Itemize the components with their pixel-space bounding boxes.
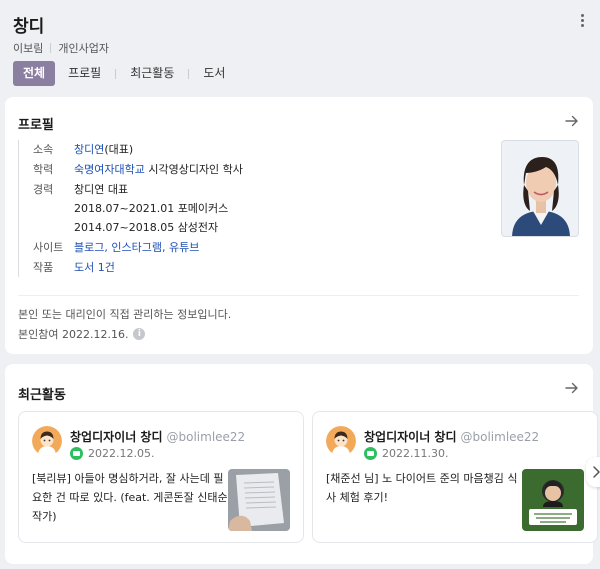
activity-post[interactable]: 창업디자이너 창디 @bolimlee22 2022.11.30. [채준선 님]…	[312, 411, 598, 543]
row-label: 소속	[33, 143, 54, 156]
profile-row-works: 작품 도서 1건	[33, 258, 488, 277]
post-date: 2022.12.05.	[88, 447, 155, 460]
affiliation-link[interactable]: 창디연	[74, 143, 104, 156]
career-line: 창디연 대표	[74, 183, 129, 196]
person-name: 이보림	[13, 42, 44, 55]
row-label: 경력	[33, 183, 54, 196]
info-icon[interactable]: i	[133, 328, 146, 340]
post-thumbnail[interactable]	[228, 469, 290, 531]
profile-card: 프로필 소속 창디연(대표) 학력 숙명여자대학교 시각영상디자인 학사 경력 …	[5, 97, 593, 354]
post-text[interactable]: [채준선 님] 노 다이어트 준의 마음챙김 식사 체험 후기!	[326, 469, 524, 507]
carousel-next-button[interactable]	[586, 457, 600, 487]
tab-profile[interactable]: 프로필	[64, 61, 105, 86]
joined-date: 본인참여 2022.12.16. i	[18, 326, 146, 342]
avatar	[32, 426, 62, 456]
school-link[interactable]: 숙명여자대학교	[74, 163, 145, 176]
profile-section-title: 프로필	[18, 118, 54, 133]
row-label: 사이트	[33, 241, 64, 254]
divider	[188, 68, 190, 79]
profile-row-career: 경력 창디연 대표 2018.07~2021.01 포메이커스 2014.07~…	[33, 180, 488, 237]
youtube-link[interactable]: 유튜브	[169, 241, 199, 254]
tab-books[interactable]: 도서	[199, 61, 229, 86]
page-title: 창디	[13, 17, 45, 37]
post-text[interactable]: [북리뷰] 아들아 명심하거라, 잘 사는데 필요한 건 따로 있다. (fea…	[32, 469, 230, 526]
post-thumbnail[interactable]	[522, 469, 584, 531]
author-handle: @bolimlee22	[460, 430, 540, 444]
avatar	[326, 426, 356, 456]
career-line: 2014.07~2018.05 삼성전자	[74, 221, 219, 234]
profile-row-affiliation: 소속 창디연(대표)	[33, 140, 488, 159]
link-separator: ,	[161, 241, 169, 254]
profile-row-education: 학력 숙명여자대학교 시각영상디자인 학사	[33, 160, 488, 179]
post-date: 2022.11.30.	[382, 447, 449, 460]
arrow-right-icon[interactable]	[565, 381, 579, 395]
works-link[interactable]: 도서 1건	[74, 261, 115, 274]
profile-row-sites: 사이트 블로그, 인스타그램, 유튜브	[33, 238, 488, 257]
career-line: 2018.07~2021.01 포메이커스	[74, 202, 229, 215]
instagram-link[interactable]: 인스타그램	[111, 241, 162, 254]
header-meta: 이보림 개인사업자	[13, 40, 109, 56]
arrow-right-icon[interactable]	[565, 114, 579, 128]
divider	[115, 68, 117, 79]
affiliation-role: (대표)	[104, 143, 134, 156]
activity-card: 최근활동 창업디자이너 창디 @bolimlee22 2022.12.05. [북…	[5, 364, 598, 564]
tab-all[interactable]: 전체	[13, 61, 56, 86]
post-author: 창업디자이너 창디 @bolimlee22	[364, 428, 539, 445]
row-label: 학력	[33, 163, 54, 176]
page-header: 창디 이보림 개인사업자 전체 프로필 최근활동 도서	[0, 0, 600, 96]
major: 시각영상디자인 학사	[144, 163, 243, 176]
joined-text: 본인참여 2022.12.16.	[18, 328, 129, 341]
author-handle: @bolimlee22	[166, 430, 246, 444]
post-author: 창업디자이너 창디 @bolimlee22	[70, 428, 245, 445]
managed-info-note: 본인 또는 대리인이 직접 관리하는 정보입니다.	[18, 308, 232, 321]
blog-icon	[364, 447, 377, 460]
blog-icon	[70, 447, 83, 460]
activity-post[interactable]: 창업디자이너 창디 @bolimlee22 2022.12.05. [북리뷰] 아…	[18, 411, 304, 543]
more-vertical-icon[interactable]	[578, 14, 586, 30]
profile-details: 소속 창디연(대표) 학력 숙명여자대학교 시각영상디자인 학사 경력 창디연 …	[18, 140, 488, 277]
post-meta: 2022.11.30.	[364, 447, 448, 460]
divider	[18, 295, 579, 296]
occupation: 개인사업자	[58, 42, 109, 55]
chevron-right-icon	[593, 466, 600, 478]
author-name: 창업디자이너 창디	[364, 430, 457, 444]
row-label: 작품	[33, 261, 54, 274]
post-meta: 2022.12.05.	[70, 447, 154, 460]
tab-bar: 전체 프로필 최근활동 도서	[13, 61, 229, 86]
profile-photo[interactable]	[501, 140, 579, 237]
author-name: 창업디자이너 창디	[70, 430, 163, 444]
blog-link[interactable]: 블로그	[74, 241, 104, 254]
tab-recent-activity[interactable]: 최근활동	[126, 61, 178, 86]
activity-section-title: 최근활동	[18, 388, 66, 403]
divider	[50, 43, 52, 53]
